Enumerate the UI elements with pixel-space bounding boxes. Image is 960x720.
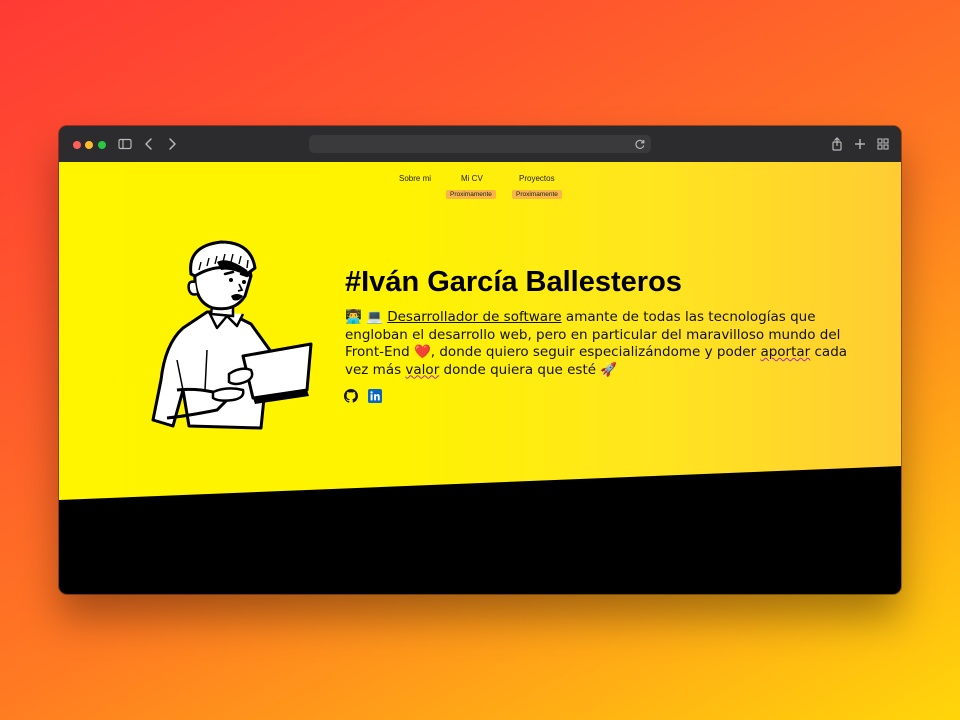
technologist-emoji: 👨‍💻	[345, 309, 362, 325]
bio-text-part: Desarrollador de software	[387, 309, 562, 325]
github-icon	[344, 389, 358, 403]
address-bar[interactable]	[309, 135, 651, 153]
bio-text-part: donde quiera que esté	[439, 361, 601, 378]
share-icon[interactable]	[829, 136, 845, 152]
nav-link-sobre-mi[interactable]: Sobre mi	[399, 174, 431, 183]
bio-text-part: , donde quiero seguir especializándome y…	[430, 344, 761, 360]
sidebar-toggle-icon[interactable]	[117, 136, 133, 152]
forward-arrow-icon[interactable]	[164, 136, 180, 152]
linkedin-link[interactable]	[368, 388, 382, 403]
top-nav: Sobre mi Mi CV Proximamente Proyectos Pr…	[59, 162, 901, 212]
linkedin-icon	[368, 389, 382, 403]
rocket-emoji: 🚀	[600, 361, 618, 378]
laptop-emoji: 💻	[366, 309, 383, 325]
github-link[interactable]	[344, 388, 358, 403]
browser-window: Sobre mi Mi CV Proximamente Proyectos Pr…	[59, 126, 901, 594]
zoom-window-button[interactable]	[98, 141, 106, 149]
bio-text-part: valor	[405, 361, 440, 378]
nav-link-mi-cv[interactable]: Mi CV	[461, 174, 483, 183]
developer-with-laptop-illustration	[151, 240, 313, 430]
bio-paragraph: 👨‍💻 💻 Desarrollador de software amante d…	[345, 309, 865, 379]
nav-label: Mi CV	[461, 174, 483, 183]
web-page: Sobre mi Mi CV Proximamente Proyectos Pr…	[59, 162, 901, 594]
coming-soon-badge: Proximamente	[512, 190, 562, 199]
close-window-button[interactable]	[73, 141, 81, 149]
coming-soon-badge: Proximamente	[446, 190, 496, 199]
nav-label: Sobre mi	[399, 174, 432, 183]
back-arrow-icon[interactable]	[141, 136, 157, 152]
tab-overview-icon[interactable]	[875, 136, 891, 152]
reload-icon[interactable]	[634, 138, 646, 150]
new-tab-icon[interactable]	[852, 136, 868, 152]
page-title: #Iván García Ballesteros	[345, 266, 682, 298]
heart-emoji: ❤️	[413, 344, 431, 360]
nav-link-proyectos[interactable]: Proyectos	[519, 174, 555, 183]
bio-text-part: aportar	[760, 344, 811, 360]
browser-toolbar	[59, 126, 901, 163]
nav-label: Proyectos	[519, 174, 555, 183]
minimize-window-button[interactable]	[85, 141, 93, 149]
